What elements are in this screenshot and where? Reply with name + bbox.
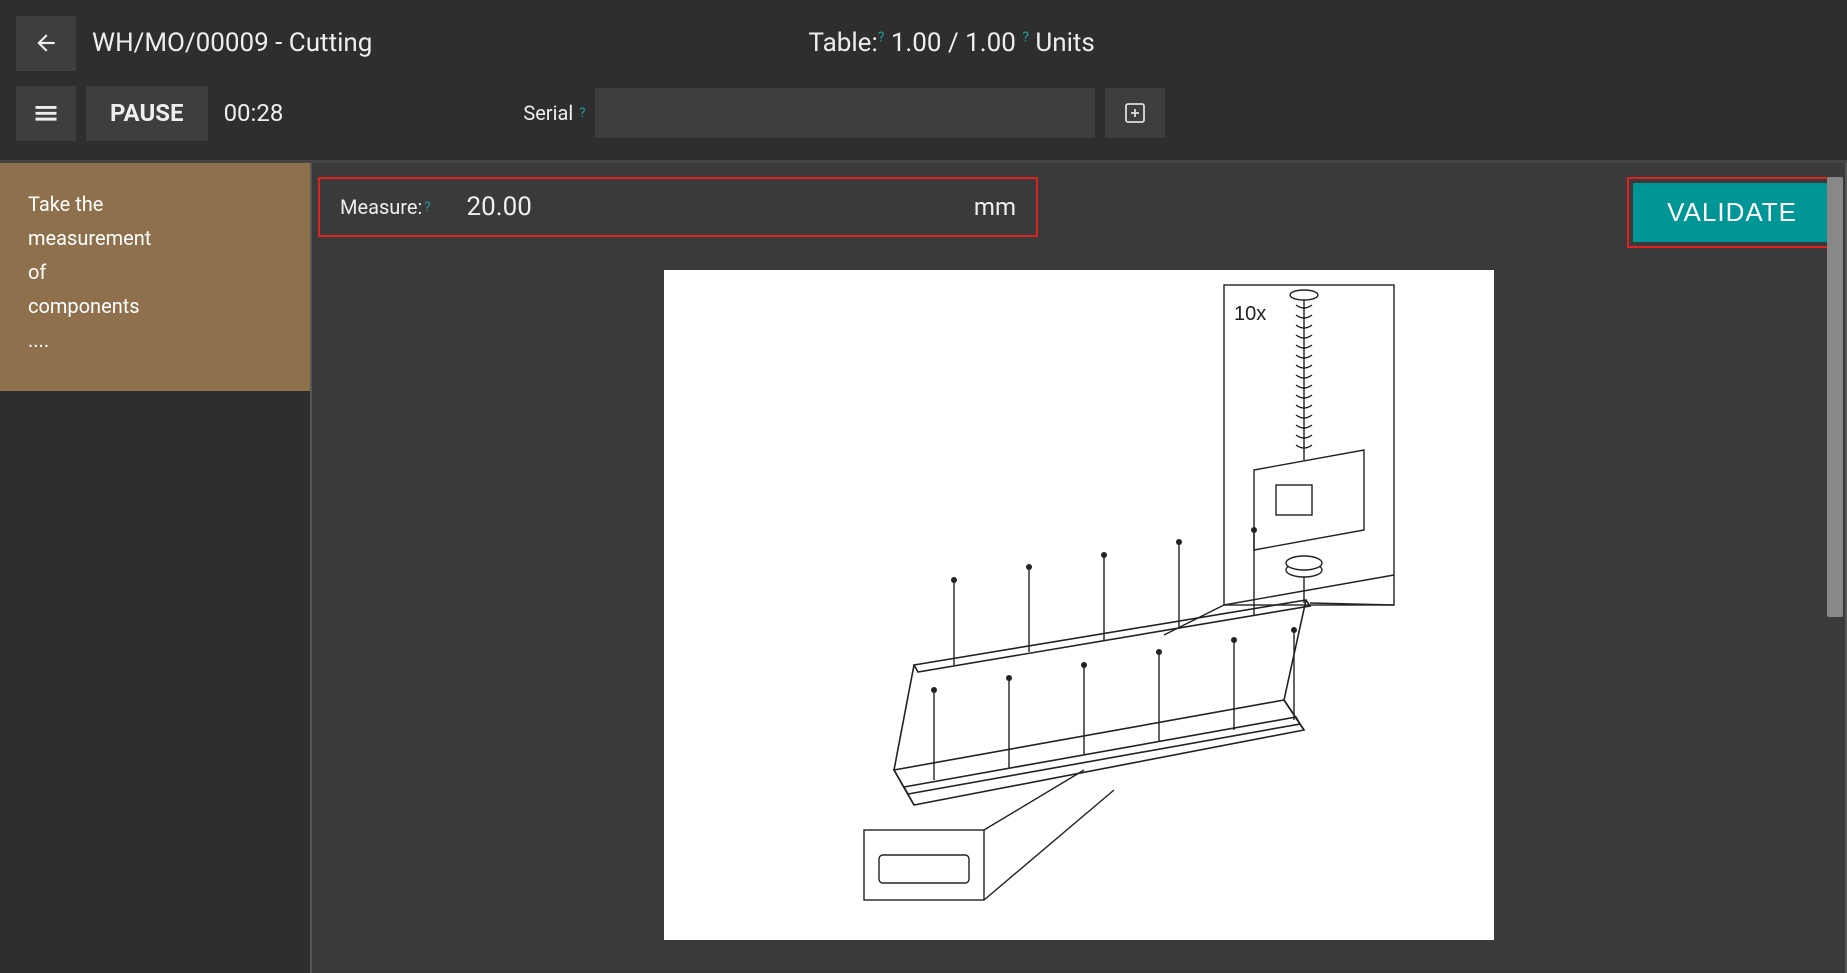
header-bar: WH/MO/00009 - Cutting Table:? 1.00 / 1.0… (0, 0, 1847, 80)
serial-input[interactable] (595, 88, 1095, 138)
pause-button[interactable]: PAUSE (86, 86, 208, 141)
measure-field[interactable]: Measure:? 20.00 mm (318, 177, 1038, 237)
units-label: Units (1035, 28, 1094, 58)
measure-label: Measure: (340, 195, 422, 219)
menu-button[interactable] (16, 86, 76, 141)
table-quantity-info: Table:? 1.00 / 1.00 ? Units (809, 28, 1095, 58)
diagram-annotation: 10x (1234, 303, 1266, 325)
serial-label: Serial (523, 101, 573, 125)
active-step-card[interactable]: Take the measurement of components .... (0, 163, 310, 391)
body: Take the measurement of components .... … (0, 160, 1847, 973)
plus-square-icon (1123, 101, 1147, 125)
help-icon[interactable]: ? (1022, 29, 1029, 45)
serial-field-group: Serial? (523, 88, 1165, 138)
toolbar: PAUSE 00:28 Serial? (0, 80, 1847, 160)
measure-unit: mm (974, 193, 1016, 221)
help-icon[interactable]: ? (579, 106, 585, 121)
vertical-scrollbar[interactable] (1827, 177, 1843, 617)
top-controls: Measure:? 20.00 mm VALIDATE (312, 163, 1845, 248)
work-order-title: WH/MO/00009 - Cutting (92, 28, 372, 58)
main-panel: Measure:? 20.00 mm VALIDATE (310, 163, 1847, 973)
step-text-line: components (28, 289, 282, 323)
arrow-left-icon (33, 30, 59, 56)
timer-display: 00:28 (224, 99, 284, 127)
validate-button[interactable]: VALIDATE (1633, 183, 1831, 242)
table-total: 1.00 (965, 28, 1016, 58)
step-text-line: .... (28, 323, 282, 357)
menu-icon (32, 99, 60, 127)
table-label: Table (809, 28, 872, 58)
back-button[interactable] (16, 16, 76, 71)
table-sep: / (942, 28, 966, 58)
step-text-line: Take the (28, 187, 282, 221)
add-serial-button[interactable] (1105, 88, 1165, 138)
steps-sidebar: Take the measurement of components .... (0, 163, 310, 973)
step-text-line: of (28, 255, 282, 289)
help-icon[interactable]: ? (878, 29, 885, 45)
validate-highlight: VALIDATE (1627, 177, 1837, 248)
instruction-diagram: 10x (664, 270, 1494, 940)
step-text-line: measurement (28, 221, 282, 255)
measure-value: 20.00 (467, 192, 532, 222)
help-icon[interactable]: ? (424, 200, 430, 215)
table-qty: 1.00 (891, 28, 942, 58)
